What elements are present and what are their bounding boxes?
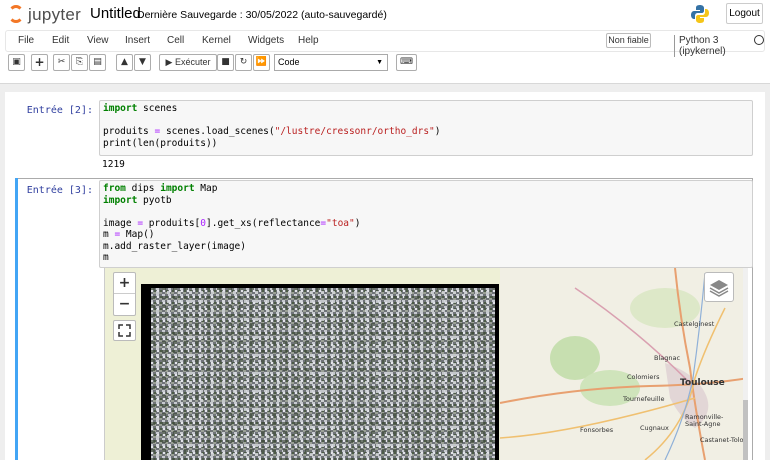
map-place-label: Ramonville-Saint-Agne xyxy=(685,413,724,428)
map-place-label: Tournefeuille xyxy=(623,395,665,403)
stop-icon: ■ xyxy=(221,57,230,67)
jupyter-logo-icon xyxy=(8,5,24,23)
menu-cell[interactable]: Cell xyxy=(167,35,184,46)
menu-view[interactable]: View xyxy=(87,35,109,46)
restart-button[interactable]: ↻ xyxy=(235,54,252,71)
cell-type-value: Code xyxy=(278,57,300,67)
menu-help[interactable]: Help xyxy=(298,35,319,46)
cell-editor[interactable]: import scenes produits = scenes.load_sce… xyxy=(99,100,753,156)
map-scrollbar[interactable] xyxy=(743,268,748,460)
arrow-up-icon: ▲ xyxy=(121,57,128,67)
move-up-button[interactable]: ▲ xyxy=(116,54,133,71)
run-button[interactable]: ▶ Exécuter xyxy=(159,54,217,71)
zoom-control: + − xyxy=(113,272,136,316)
restart-icon: ↻ xyxy=(239,57,248,67)
zoom-in-button[interactable]: + xyxy=(114,273,135,294)
map-place-label: Blagnac xyxy=(654,354,681,362)
chevron-down-icon: ▼ xyxy=(376,59,383,66)
save-icon: ▣ xyxy=(12,57,21,67)
cell-type-select[interactable]: Code ▼ xyxy=(274,54,388,71)
interrupt-button[interactable]: ■ xyxy=(217,54,234,71)
menu-kernel[interactable]: Kernel xyxy=(202,35,231,46)
cell-editor[interactable]: from dips import Map import pyotb image … xyxy=(99,180,753,268)
jupyter-logo[interactable]: jupyter xyxy=(8,4,88,26)
map-place-label: Colomiers xyxy=(627,373,660,381)
play-icon: ▶ xyxy=(165,57,173,67)
scissors-icon: ✂ xyxy=(57,57,66,67)
map-place-label: Toulouse xyxy=(680,378,725,388)
menu-bar: File Edit View Insert Cell Kernel Widget… xyxy=(5,30,765,57)
app-name: jupyter xyxy=(28,5,82,24)
map-place-label: Cugnaux xyxy=(640,424,669,432)
notebook-area: Entrée [2]: import scenes produits = sce… xyxy=(5,92,765,460)
layers-icon xyxy=(709,280,729,297)
cell-prompt: Entrée [3]: xyxy=(26,185,93,196)
notebook-header: jupyter Untitled Dernière Sauvegarde : 3… xyxy=(0,0,770,84)
map-place-label: Fonsorbes xyxy=(580,426,614,434)
scrollbar-thumb[interactable] xyxy=(743,400,748,460)
fullscreen-button[interactable] xyxy=(113,320,136,341)
top-bar: jupyter Untitled Dernière Sauvegarde : 3… xyxy=(0,0,770,30)
fast-forward-icon: ⏩ xyxy=(255,57,268,67)
python-logo-icon xyxy=(691,5,709,23)
copy-button[interactable]: ⎘ xyxy=(71,54,88,71)
run-label: Exécuter xyxy=(174,57,211,67)
keyboard-icon: ⌨ xyxy=(400,57,413,67)
notebook-name[interactable]: Untitled xyxy=(90,5,141,22)
kernel-idle-icon xyxy=(754,35,764,45)
restart-run-all-button[interactable]: ⏩ xyxy=(253,54,270,71)
cell-output: 1219 xyxy=(102,159,125,170)
toolbar: ▣ + ✂ ⎘ ▤ ▲ ▼ ▶ Exécuter ■ ↻ ⏩ Code ▼ ⌨ xyxy=(8,54,768,72)
map-place-label: Castanet-Tolosan xyxy=(700,436,748,444)
layers-control-button[interactable] xyxy=(704,272,734,302)
command-palette-button[interactable]: ⌨ xyxy=(396,54,417,71)
trust-button[interactable]: Non fiable xyxy=(606,33,651,48)
copy-icon: ⎘ xyxy=(75,57,84,67)
cut-button[interactable]: ✂ xyxy=(53,54,70,71)
fullscreen-icon xyxy=(118,324,131,337)
selected-cell-indicator xyxy=(15,178,18,460)
menu-insert[interactable]: Insert xyxy=(125,35,150,46)
menu-widgets[interactable]: Widgets xyxy=(248,35,284,46)
map-widget[interactable]: Castelginest Blagnac Colomiers Toulouse … xyxy=(104,268,748,460)
save-button[interactable]: ▣ xyxy=(8,54,25,71)
menu-file[interactable]: File xyxy=(18,35,34,46)
map-place-label: Castelginest xyxy=(674,320,715,328)
arrow-down-icon: ▼ xyxy=(139,57,146,67)
menu-edit[interactable]: Edit xyxy=(52,35,69,46)
zoom-out-button[interactable]: − xyxy=(114,294,135,315)
paste-button[interactable]: ▤ xyxy=(89,54,106,71)
paste-icon: ▤ xyxy=(93,57,102,67)
checkpoint-status: Dernière Sauvegarde : 30/05/2022 (auto-s… xyxy=(137,9,387,21)
move-down-button[interactable]: ▼ xyxy=(134,54,151,71)
logout-button[interactable]: Logout xyxy=(726,3,763,24)
insert-cell-button[interactable]: + xyxy=(31,54,48,71)
plus-icon: + xyxy=(34,55,45,69)
cell-prompt: Entrée [2]: xyxy=(26,105,93,116)
